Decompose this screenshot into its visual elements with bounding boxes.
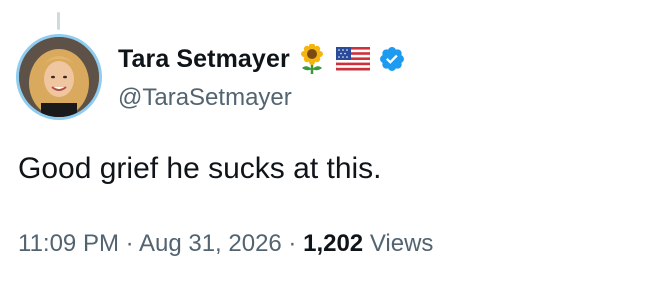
author-display-name[interactable]: Tara Setmayer: [118, 45, 290, 74]
tweet-date[interactable]: Aug 31, 2026: [139, 230, 282, 257]
author-name-row[interactable]: Tara Setmayer: [118, 42, 406, 76]
author-handle[interactable]: @TaraSetmayer: [118, 84, 292, 112]
meta-separator: ·: [118, 230, 139, 257]
views-count[interactable]: 1,202: [303, 230, 363, 257]
us-flag-icon: [335, 47, 370, 71]
views-label: Views: [363, 230, 434, 257]
verified-badge-icon[interactable]: [378, 45, 406, 73]
avatar-image: [19, 37, 99, 117]
tweet-time[interactable]: 11:09 PM: [18, 230, 119, 257]
avatar[interactable]: [16, 34, 102, 120]
thread-connector-line: [57, 12, 60, 30]
meta-separator: ·: [281, 230, 304, 257]
tweet-text: Good grief he sucks at this.: [18, 152, 382, 185]
tweet-meta: 11:09 PM · Aug 31, 2026 · 1,202 Views: [18, 230, 433, 258]
sunflower-icon: [298, 44, 326, 74]
